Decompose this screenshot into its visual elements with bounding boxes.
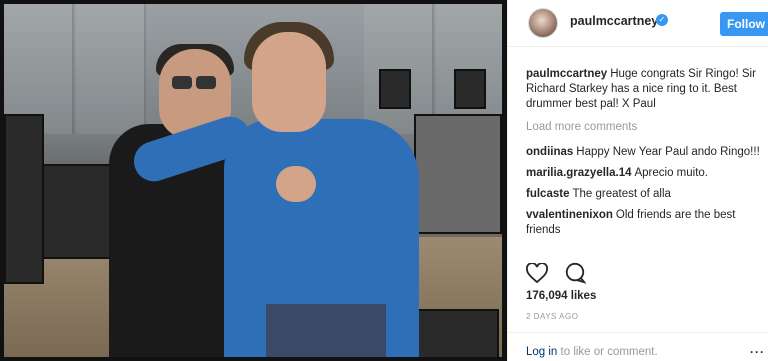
post-sidebar: paulmccartney ✓ Follow paulmccartney Huge… (507, 0, 768, 361)
post-actions (526, 262, 598, 284)
person-right-head (252, 32, 326, 132)
person-right-legs (266, 304, 386, 357)
comment-author-link[interactable]: ondiinas (526, 146, 573, 158)
studio-wall-panel (76, 4, 146, 134)
speaker (379, 69, 411, 109)
comment-item: ondiinas Happy New Year Paul ando Ringo!!… (526, 145, 766, 160)
post-photo[interactable] (4, 4, 502, 357)
login-bar: Log in to like or comment. ··· (508, 332, 768, 361)
comment-author-link[interactable]: fulcaste (526, 188, 569, 200)
likes-count[interactable]: 176,094 likes (526, 290, 596, 302)
comment-icon[interactable] (564, 262, 588, 289)
comment-text: Aprecio muito. (634, 167, 708, 179)
amplifier (414, 114, 502, 234)
comment-item: fulcaste The greatest of alla (526, 187, 766, 202)
more-options-icon[interactable]: ··· (750, 345, 765, 359)
post-timestamp[interactable]: 2 DAYS AGO (526, 312, 578, 321)
follow-button[interactable]: Follow (720, 12, 768, 36)
comment-author-link[interactable]: vvalentinenixon (526, 209, 613, 221)
comment-item: vvalentinenixon Old friends are the best … (526, 208, 766, 238)
verified-badge-icon: ✓ (656, 14, 668, 26)
load-more-comments-link[interactable]: Load more comments (526, 120, 766, 135)
username-link[interactable]: paulmccartney (570, 14, 658, 28)
caption: paulmccartney Huge congrats Sir Ringo! Si… (526, 67, 766, 112)
hand (276, 166, 316, 202)
comment-text: Happy New Year Paul ando Ringo!!! (576, 146, 760, 158)
login-prompt-text: to like or comment. (557, 346, 658, 358)
sunglasses (172, 76, 220, 90)
comment-author-link[interactable]: marilia.grazyella.14 (526, 167, 631, 179)
speaker (454, 69, 486, 109)
post-photo-pane (0, 0, 507, 361)
comment-item: marilia.grazyella.14 Aprecio muito. (526, 166, 766, 181)
amplifier (42, 164, 112, 259)
avatar[interactable] (528, 8, 558, 38)
comments-section: paulmccartney Huge congrats Sir Ringo! Si… (526, 67, 766, 244)
heart-icon[interactable] (526, 262, 548, 288)
post-header: paulmccartney ✓ Follow (508, 0, 768, 47)
amplifier (4, 114, 44, 284)
login-link[interactable]: Log in (526, 346, 557, 358)
login-prompt: Log in to like or comment. (526, 346, 658, 358)
comment-text: The greatest of alla (572, 188, 671, 200)
caption-author-link[interactable]: paulmccartney (526, 68, 607, 80)
